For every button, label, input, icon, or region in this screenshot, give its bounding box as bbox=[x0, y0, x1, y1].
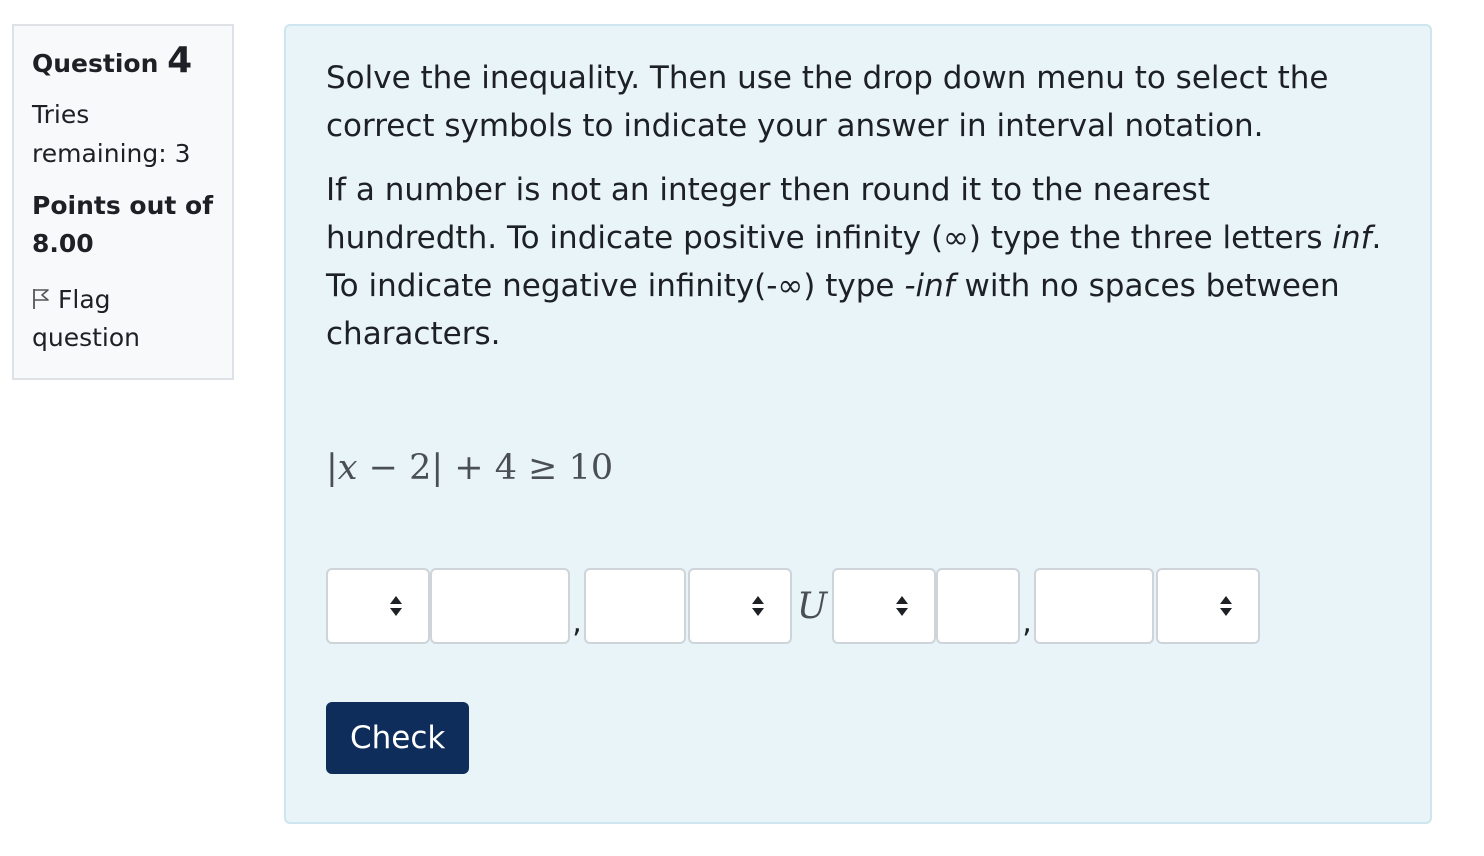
inequality-expression: |x − 2| + 4 ≥ 10 bbox=[326, 444, 1390, 492]
interval-1-comma: , bbox=[572, 605, 582, 640]
interval-1-upper-input[interactable] bbox=[584, 568, 686, 644]
right-bracket-select-1[interactable] bbox=[688, 568, 792, 644]
math-variable: x bbox=[337, 448, 358, 488]
interval-2-comma: , bbox=[1022, 605, 1032, 640]
select-arrows-icon bbox=[896, 596, 908, 616]
question-number-value: 4 bbox=[167, 40, 193, 81]
interval-2-lower-input[interactable] bbox=[936, 568, 1020, 644]
left-bracket-select-2[interactable] bbox=[832, 568, 936, 644]
instructions-neg-inf: -inf bbox=[904, 268, 955, 304]
flag-icon bbox=[32, 283, 50, 309]
question-text: Solve the inequality. Then use the drop … bbox=[326, 54, 1390, 358]
points-out-of: Points out of 8.00 bbox=[32, 191, 214, 258]
question-label: Question bbox=[32, 49, 159, 78]
select-arrows-icon bbox=[1220, 596, 1232, 616]
flag-question-link[interactable]: Flag question bbox=[32, 281, 222, 357]
question-number: Question 4 bbox=[32, 43, 222, 81]
question-info-panel: Question 4 Tries remaining: 3 Points out… bbox=[12, 24, 234, 380]
instructions-inf: inf bbox=[1332, 220, 1372, 256]
interval-2-upper-input[interactable] bbox=[1034, 568, 1154, 644]
select-arrows-icon bbox=[390, 596, 402, 616]
interval-1-lower-input[interactable] bbox=[430, 568, 570, 644]
question-formulation: Solve the inequality. Then use the drop … bbox=[284, 24, 1432, 824]
interval-answer-row: , U , bbox=[326, 568, 1390, 644]
math-rest: − 2| + 4 ≥ 10 bbox=[357, 448, 614, 488]
instructions-paragraph-2: If a number is not an integer then round… bbox=[326, 166, 1390, 358]
left-bracket-select-1[interactable] bbox=[326, 568, 430, 644]
instructions-text-1: If a number is not an integer then round… bbox=[326, 172, 1333, 256]
instructions-paragraph-1: Solve the inequality. Then use the drop … bbox=[326, 60, 1329, 144]
math-abs-open: | bbox=[326, 448, 338, 488]
right-bracket-select-2[interactable] bbox=[1156, 568, 1260, 644]
tries-remaining: Tries remaining: 3 bbox=[32, 100, 191, 168]
union-symbol: U bbox=[796, 585, 828, 627]
check-button[interactable]: Check bbox=[326, 702, 470, 774]
select-arrows-icon bbox=[752, 596, 764, 616]
